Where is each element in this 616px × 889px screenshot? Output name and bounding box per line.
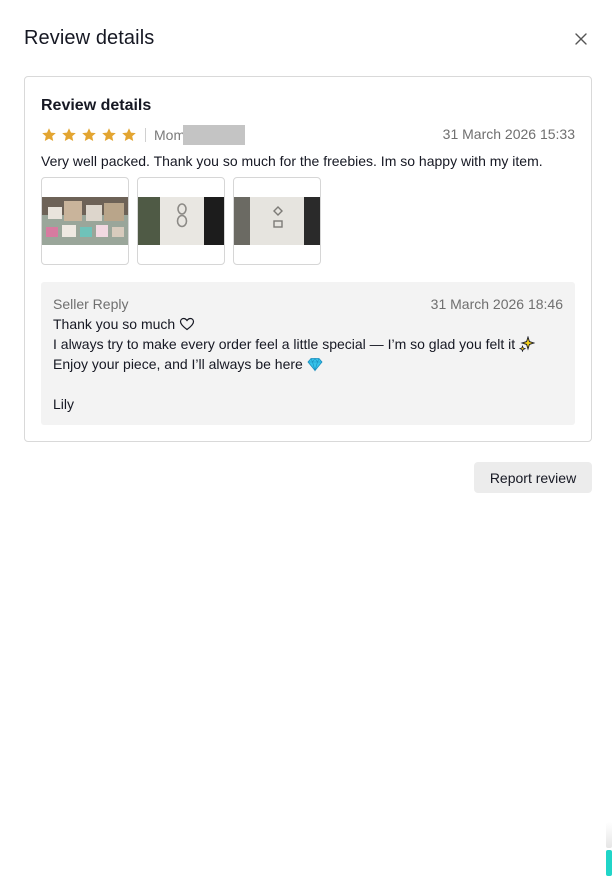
review-photo-image (42, 197, 128, 245)
close-button[interactable] (570, 28, 592, 50)
reviewer-name-redaction (183, 125, 246, 145)
star-icon (102, 128, 116, 141)
star-icon (42, 128, 56, 141)
review-date: 31 March 2026 15:33 (442, 126, 575, 142)
seller-reply: Seller Reply 31 March 2026 18:46 Thank y… (41, 282, 575, 425)
reviewer-name: Mom (154, 127, 186, 143)
seller-reply-line-text: Enjoy your piece, and I’ll always be her… (53, 356, 303, 372)
seller-reply-line: I always try to make every order feel a … (53, 334, 536, 354)
star-icon (62, 128, 76, 141)
scroll-indicator-bar (606, 850, 612, 876)
report-review-button[interactable]: Report review (474, 462, 592, 493)
close-icon (575, 33, 587, 45)
gem-icon (307, 357, 323, 372)
star-icon (82, 128, 96, 141)
sparkles-icon (519, 336, 536, 352)
modal-header: Review details (24, 24, 592, 54)
review-photos (41, 177, 321, 265)
review-photo-1[interactable] (41, 177, 129, 265)
seller-reply-label: Seller Reply (53, 296, 129, 312)
seller-reply-line: Enjoy your piece, and I’ll always be her… (53, 354, 535, 374)
seller-reply-text: Thank you so much I always try to make e… (53, 314, 536, 414)
scroll-indicator-top (606, 822, 612, 848)
seller-reply-line-text: I always try to make every order feel a … (53, 336, 516, 352)
review-photo-image (234, 197, 320, 245)
star-rating (41, 127, 137, 143)
seller-reply-line-text: Thank you so much (53, 316, 176, 332)
review-photo-3[interactable] (233, 177, 321, 265)
review-text: Very well packed. Thank you so much for … (41, 153, 543, 169)
seller-reply-date: 31 March 2026 18:46 (430, 296, 563, 312)
seller-reply-line: Thank you so much (53, 314, 535, 334)
review-photo-image (138, 197, 224, 245)
seller-reply-signature: Lily (53, 396, 75, 412)
rating-divider (145, 128, 146, 142)
rating-row: Mom 31 March 2026 15:33 (41, 125, 575, 145)
review-card: Review details Mom 31 March 2026 15:33 V… (24, 76, 592, 442)
modal-title: Review details (24, 27, 155, 49)
seller-reply-line (53, 374, 535, 394)
scroll-indicator (606, 822, 612, 876)
review-photo-2[interactable] (137, 177, 225, 265)
review-card-title: Review details (41, 97, 152, 114)
heart-outline-icon (180, 317, 195, 331)
seller-reply-line: Lily (53, 394, 535, 414)
star-icon (122, 128, 136, 141)
